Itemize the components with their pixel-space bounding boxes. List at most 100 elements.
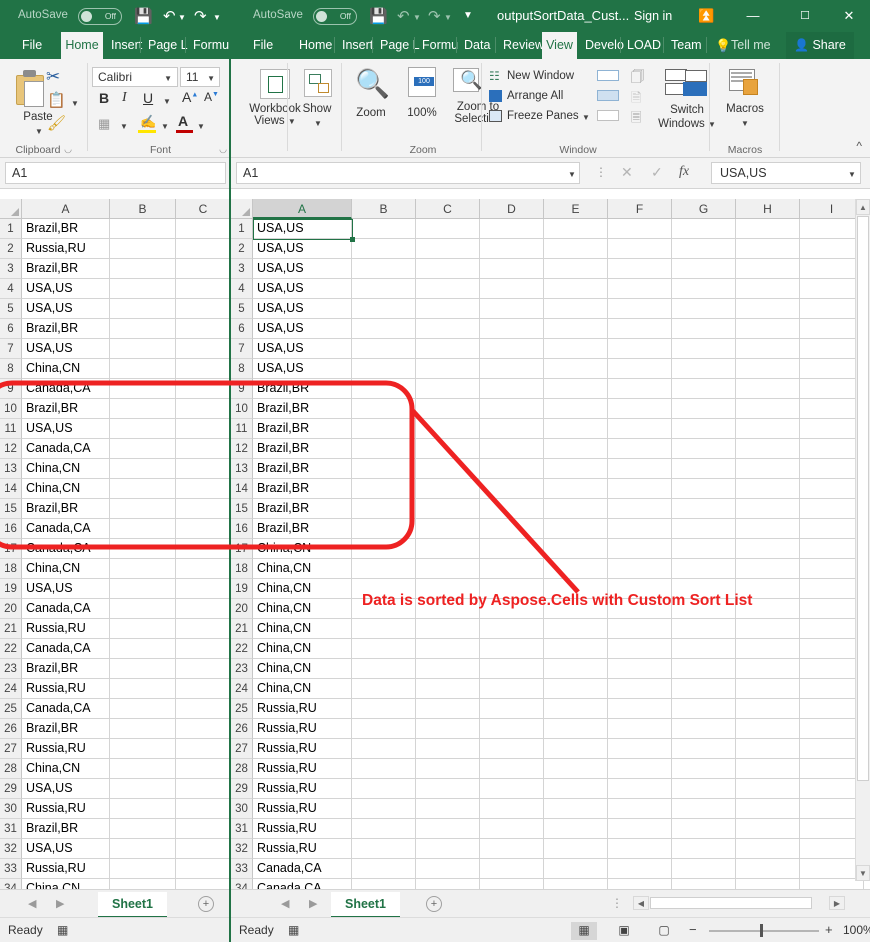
tab-home[interactable]: Home [293, 32, 338, 59]
prev-sheet-icon[interactable]: ◀ [28, 897, 36, 910]
cell-D21[interactable] [480, 619, 544, 639]
maximize-button[interactable]: ☐ [788, 4, 822, 28]
unhide-icon[interactable] [597, 110, 619, 121]
formula-bar-handle[interactable]: ⋮ [595, 165, 607, 179]
row-header-7[interactable]: 7 [0, 339, 22, 359]
font-size-select[interactable]: 11 ▼ [180, 67, 220, 87]
paste-icon[interactable] [14, 69, 48, 107]
cell-A5[interactable]: USA,US [253, 299, 352, 319]
cell-A8[interactable]: China,CN [22, 359, 110, 379]
row-header-11[interactable]: 11 [231, 419, 253, 439]
cell-E7[interactable] [544, 339, 608, 359]
cell-B23[interactable] [352, 659, 416, 679]
cell-C31[interactable] [416, 819, 480, 839]
freeze-panes-button[interactable]: Freeze Panes [507, 110, 579, 122]
cell-G16[interactable] [672, 519, 736, 539]
tab-home[interactable]: Home [61, 32, 103, 59]
column-header-H[interactable]: H [736, 199, 800, 219]
cell-B11[interactable] [352, 419, 416, 439]
cell-H27[interactable] [736, 739, 800, 759]
cell-E33[interactable] [544, 859, 608, 879]
cell-G30[interactable] [672, 799, 736, 819]
cell-E32[interactable] [544, 839, 608, 859]
name-box-dropdown-icon[interactable]: ▼ [568, 170, 576, 179]
cell-B22[interactable] [352, 639, 416, 659]
redo-icon[interactable]: ↷ [428, 7, 441, 25]
show-dropdown-icon[interactable]: ▼ [314, 119, 322, 128]
cell-H14[interactable] [736, 479, 800, 499]
cell-F26[interactable] [608, 719, 672, 739]
cell-C33[interactable] [176, 859, 231, 879]
cell-C26[interactable] [176, 719, 231, 739]
cell-D28[interactable] [480, 759, 544, 779]
cell-H22[interactable] [736, 639, 800, 659]
cell-A26[interactable]: Russia,RU [253, 719, 352, 739]
row-header-33[interactable]: 33 [231, 859, 253, 879]
cell-A7[interactable]: USA,US [22, 339, 110, 359]
redo-dropdown-icon[interactable]: ▼ [213, 13, 221, 22]
cell-B13[interactable] [352, 459, 416, 479]
cell-H7[interactable] [736, 339, 800, 359]
cell-H23[interactable] [736, 659, 800, 679]
vertical-scroll-thumb[interactable] [857, 216, 869, 781]
row-header-20[interactable]: 20 [231, 599, 253, 619]
cell-H33[interactable] [736, 859, 800, 879]
cell-E26[interactable] [544, 719, 608, 739]
cell-C22[interactable] [416, 639, 480, 659]
cell-H6[interactable] [736, 319, 800, 339]
cell-B5[interactable] [352, 299, 416, 319]
row-header-23[interactable]: 23 [231, 659, 253, 679]
cell-H32[interactable] [736, 839, 800, 859]
close-button[interactable]: ✕ [832, 4, 866, 28]
cell-B19[interactable] [110, 579, 176, 599]
cell-H8[interactable] [736, 359, 800, 379]
tell-me-input[interactable]: Tell me [731, 32, 771, 59]
cell-F12[interactable] [608, 439, 672, 459]
cell-E4[interactable] [544, 279, 608, 299]
row-header-4[interactable]: 4 [0, 279, 22, 299]
cell-C11[interactable] [176, 419, 231, 439]
cell-F23[interactable] [608, 659, 672, 679]
insert-function-icon[interactable]: fx [679, 164, 689, 180]
cell-E15[interactable] [544, 499, 608, 519]
cell-D7[interactable] [480, 339, 544, 359]
accessibility-icon[interactable]: ▦ [57, 923, 68, 937]
cell-E16[interactable] [544, 519, 608, 539]
row-header-13[interactable]: 13 [231, 459, 253, 479]
cell-B4[interactable] [110, 279, 176, 299]
cell-H28[interactable] [736, 759, 800, 779]
cell-D1[interactable] [480, 219, 544, 239]
font-name-select[interactable]: Calibri ▼ [92, 67, 178, 87]
cell-B33[interactable] [110, 859, 176, 879]
row-header-19[interactable]: 19 [231, 579, 253, 599]
cell-H24[interactable] [736, 679, 800, 699]
cell-E11[interactable] [544, 419, 608, 439]
redo-icon[interactable]: ↷ [194, 7, 207, 25]
cell-G15[interactable] [672, 499, 736, 519]
column-header-E[interactable]: E [544, 199, 608, 219]
cell-A1[interactable]: USA,US [253, 219, 352, 239]
next-sheet-icon[interactable]: ▶ [309, 897, 317, 910]
cell-C19[interactable] [176, 579, 231, 599]
cell-A24[interactable]: Russia,RU [22, 679, 110, 699]
cell-B15[interactable] [352, 499, 416, 519]
row-header-19[interactable]: 19 [0, 579, 22, 599]
cell-C16[interactable] [176, 519, 231, 539]
row-header-17[interactable]: 17 [231, 539, 253, 559]
cell-A18[interactable]: China,CN [253, 559, 352, 579]
borders-icon[interactable]: ▦ [98, 116, 110, 132]
cell-B29[interactable] [352, 779, 416, 799]
row-header-15[interactable]: 15 [0, 499, 22, 519]
cell-B10[interactable] [352, 399, 416, 419]
row-header-17[interactable]: 17 [0, 539, 22, 559]
row-header-16[interactable]: 16 [0, 519, 22, 539]
underline-dropdown-icon[interactable]: ▼ [163, 97, 171, 106]
cell-C5[interactable] [416, 299, 480, 319]
cell-B18[interactable] [110, 559, 176, 579]
cell-G1[interactable] [672, 219, 736, 239]
workbook-views-icon[interactable] [260, 69, 290, 99]
cell-D11[interactable] [480, 419, 544, 439]
scroll-right-icon[interactable]: ▶ [829, 896, 845, 910]
cell-A6[interactable]: Brazil,BR [22, 319, 110, 339]
cell-D30[interactable] [480, 799, 544, 819]
